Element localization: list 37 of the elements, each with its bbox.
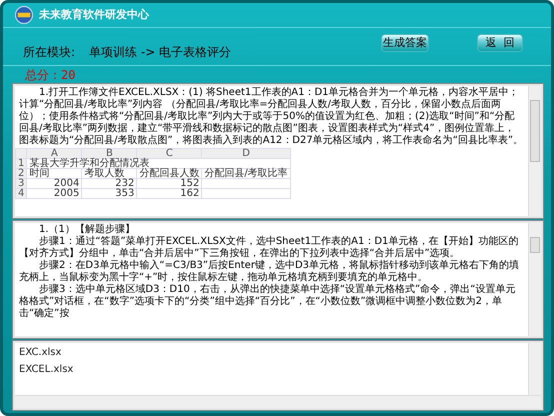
answer-step: 步骤3：选中单元格区域D3：D10，右击，从弹出的快捷菜单中选择“设置单元格格式”命令，弹出“设置单元格格式”对话框，在“数字”选项卡下的“分类”组中选择“百分比”，在“小数位数”微调框中调整小数位数为2，单击“确定”按 [19,284,524,320]
module-label: 所在模块: [23,44,76,62]
table-cell: 某县大学升学和分配情况表 [26,158,290,169]
row-header: 2 [16,168,27,179]
column-header: B [82,148,137,159]
table-cell: 时间 [29,168,50,180]
column-header: C [136,148,202,159]
window-title: 未来教育软件研发中心 [39,7,149,22]
globe-logo-icon [15,6,33,24]
total-score: 总分：20 [25,66,76,84]
answer-step: 1.（1）【解题步骤】 [19,224,524,236]
table-cell: 考取人数 [84,168,124,180]
horizontal-scrollbar[interactable] [15,395,541,408]
table-cell: 353 [115,188,134,200]
header-button[interactable]: 返 回 [477,34,523,52]
scrollbar[interactable] [528,86,541,216]
table-cell: 分配回县/考取比率 [204,168,288,180]
header-button[interactable]: 生成答案 [381,34,429,52]
answer-step: 步骤2：在D3单元格中输入“=C3/B3”后按Enter键，选中D3单元格，将鼠标指针移动到该单元格右下角的填充柄上，当鼠标变为黑十字“+”时，按住鼠标左键，拖动单元格填充柄到要填充的单元格中。 [19,260,524,284]
row-header: 4 [16,188,27,199]
answer-step: 步骤1：通过“答题”菜单打开EXCEL.XLSX文件，选中Sheet1工作表的A1：D1单元格，在【开始】功能区的【对齐方式】分组中，单击“合并后居中”下三角按钮，在弹出的下拉列表中选择“合并后居中”选项。 [19,236,524,260]
table-cell: 2005 [54,188,80,200]
question-text: 1.打开工作簿文件EXCEL.XLSX：(1) 将Sheet1工作表的A1：D1单元格合并为一个单元格，内容水平居中；计算“分配回县/考取比率”列内容 （分配回县/考取比率=分配回县人数/考取人数，百分比，保留小数点后面两位）；使用条件格式将“分配回县/考取比率”列内大于或等于50%的值设置为红色、加粗；(2)选取“时间”和“分配回县/考取比率”两列数据，建立“带平滑线和数据标记的散点图”图表，设置图表样式为“样式4”，图例位置靠上，图表标题为“分配回县/考取散点图”，将图表插入到表的A12：D27单元格区域内，将工作表命名为“回县比率表”。 [19,87,524,148]
table-cell: 162 [180,188,200,200]
table-cell: 232 [115,178,134,190]
column-header: D [202,148,290,159]
table-cell: 2004 [54,178,80,190]
scrollbar[interactable] [528,222,541,336]
file-item[interactable]: EXCEL.xlsx [19,364,524,381]
row-header: 1 [16,158,27,169]
column-header: A [26,148,82,159]
scrollbar[interactable] [528,342,541,395]
table-cell: 分配回县人数 [139,168,200,180]
file-item[interactable]: EXC.xlsx [19,346,524,364]
table-cell: 152 [180,178,200,190]
module-path: 单项训练 -> 电子表格评分 [89,44,232,62]
row-header: 3 [16,178,27,189]
